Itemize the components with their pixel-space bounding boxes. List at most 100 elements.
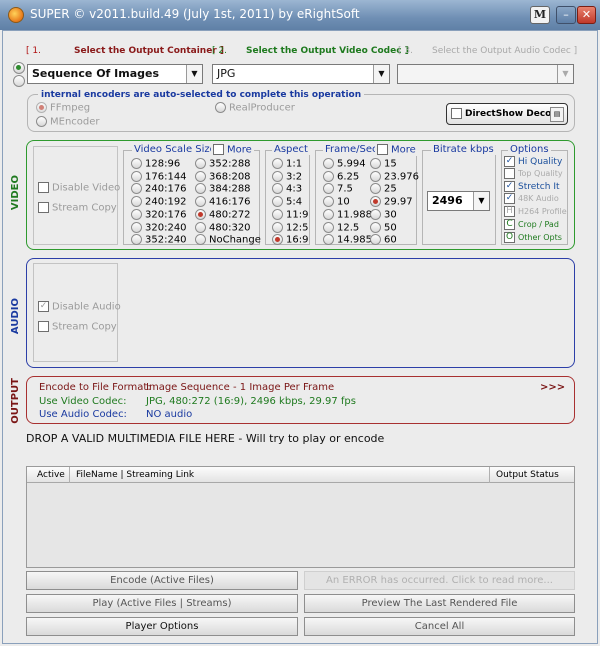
fps-option[interactable]: 30 — [370, 208, 419, 222]
scale-option[interactable]: 480:320 — [195, 221, 261, 235]
aspect-option[interactable]: 4:3 — [272, 183, 308, 196]
disable-video-checkbox[interactable]: Disable Video — [38, 182, 120, 194]
output-audio-value: NO audio — [146, 409, 193, 420]
scale-col2: 352:288 368:208 384:288 416:176 480:272 … — [195, 158, 261, 247]
realproducer-label: RealProducer — [229, 102, 295, 114]
fps-option[interactable]: 60 — [370, 234, 419, 247]
ffmpeg-label: FFmpeg — [50, 102, 91, 114]
output-container-select[interactable]: Sequence Of Images ▼ — [27, 64, 203, 84]
scale-option[interactable]: 368:208 — [195, 170, 261, 184]
directshow-checkbox[interactable] — [451, 108, 462, 119]
fps-option[interactable]: 6.25 — [323, 170, 372, 184]
aspect-option[interactable]: 3:2 — [272, 170, 308, 184]
fps-option[interactable]: 23.976 — [370, 170, 419, 184]
scale-option[interactable]: 384:288 — [195, 183, 261, 196]
mencoder-label: MEncoder — [50, 116, 100, 128]
fps-more-checkbox[interactable]: More — [375, 144, 418, 156]
bitrate-select[interactable]: 2496 ▼ — [427, 191, 490, 211]
scale-more-label: More — [227, 144, 252, 156]
fps-option[interactable]: 15 — [370, 158, 419, 171]
aspect-title: Aspect — [272, 144, 310, 155]
aspect-option[interactable]: 11:9 — [272, 208, 308, 222]
cancel-all-button[interactable]: Cancel All — [304, 617, 575, 636]
fps-option[interactable]: 50 — [370, 221, 419, 235]
output-more-button[interactable]: >>> — [540, 382, 565, 393]
chevron-down-icon[interactable]: ▼ — [186, 65, 202, 83]
other-opts-button[interactable]: O Other Opts — [504, 232, 562, 243]
fps-more-label: More — [391, 144, 416, 156]
play-button[interactable]: Play (Active Files | Streams) — [26, 594, 298, 613]
disable-audio-checkbox[interactable]: ✓ Disable Audio — [38, 301, 121, 313]
audio-stream-copy-label: Stream Copy — [52, 321, 117, 333]
scale-option[interactable]: NoChange — [195, 234, 261, 247]
col-output-status[interactable]: Output Status — [496, 470, 559, 480]
top-quality-label: Top Quality — [518, 169, 563, 178]
minimize-button[interactable]: – — [556, 6, 576, 24]
fps-col1: 5.994 6.25 7.5 10 11.988 12.5 14.985 — [323, 158, 372, 247]
aspect-col: 1:1 3:2 4:3 5:4 11:9 12:5 16:9 — [272, 158, 308, 247]
fps-option-selected[interactable]: 29.97 — [370, 196, 419, 209]
error-message-button[interactable]: An ERROR has occurred. Click to read mor… — [304, 571, 575, 590]
player-options-button[interactable]: Player Options — [26, 617, 298, 636]
aspect-option-selected[interactable]: 16:9 — [272, 234, 308, 247]
audio-stream-copy-checkbox[interactable]: Stream Copy — [38, 321, 117, 333]
container-radio-primary[interactable] — [13, 62, 28, 74]
scale-option[interactable]: 320:176 — [131, 208, 187, 222]
chevron-down-icon[interactable]: ▼ — [557, 65, 573, 83]
output-audio-label: Use Audio Codec: — [39, 409, 127, 420]
video-stream-copy-checkbox[interactable]: Stream Copy — [38, 202, 117, 214]
mencoder-radio[interactable]: MEncoder — [36, 116, 100, 128]
app-logo-icon — [8, 7, 24, 23]
aspect-option[interactable]: 1:1 — [272, 158, 308, 171]
preview-last-rendered-button[interactable]: Preview The Last Rendered File — [304, 594, 575, 613]
fps-option[interactable]: 5.994 — [323, 158, 372, 171]
fps-option[interactable]: 25 — [370, 183, 419, 196]
scale-option[interactable]: 320:240 — [131, 221, 187, 235]
fps-option[interactable]: 7.5 — [323, 183, 372, 196]
scale-option[interactable]: 176:144 — [131, 170, 187, 184]
step3-number: [ 3. — [398, 46, 413, 56]
audio-disable-panel — [33, 263, 118, 362]
stretch-checkbox[interactable]: ✓ Stretch It — [504, 181, 560, 192]
aspect-option[interactable]: 5:4 — [272, 196, 308, 209]
chevron-down-icon[interactable]: ▼ — [373, 65, 389, 83]
scale-option[interactable]: 352:288 — [195, 158, 261, 171]
top-quality-checkbox[interactable]: Top Quality — [504, 168, 563, 179]
crop-pad-label: Crop / Pad — [518, 220, 559, 229]
col-filename[interactable]: FileName | Streaming Link — [76, 470, 194, 480]
scale-option[interactable]: 416:176 — [195, 196, 261, 209]
scale-option-selected[interactable]: 480:272 — [195, 208, 261, 222]
directshow-decode-toggle[interactable]: DirectShow Decode ▤ — [446, 103, 568, 125]
scale-option[interactable]: 240:176 — [131, 183, 187, 196]
fps-option[interactable]: 11.988 — [323, 208, 372, 222]
crop-pad-button[interactable]: C Crop / Pad — [504, 219, 559, 230]
m-button[interactable]: M — [530, 6, 550, 24]
output-side-label: OUTPUT — [10, 378, 21, 424]
bitrate-title: Bitrate kbps — [431, 144, 496, 155]
scale-more-checkbox[interactable]: More — [211, 144, 254, 156]
scale-option[interactable]: 240:192 — [131, 196, 187, 209]
ffmpeg-radio[interactable]: FFmpeg — [36, 102, 90, 114]
fps-option[interactable]: 10 — [323, 196, 372, 209]
settings-icon[interactable]: ▤ — [550, 107, 564, 122]
encode-button[interactable]: Encode (Active Files) — [26, 571, 298, 590]
fps-option[interactable]: 14.985 — [323, 234, 372, 247]
output-video-codec-select[interactable]: JPG ▼ — [212, 64, 390, 84]
hi-quality-checkbox[interactable]: ✓ Hi Quality — [504, 156, 562, 167]
step1-label: Select the Output Container ] — [74, 46, 224, 56]
output-audio-codec-select[interactable]: ▼ — [397, 64, 574, 84]
close-button[interactable]: ✕ — [577, 6, 596, 24]
chevron-down-icon[interactable]: ▼ — [473, 192, 489, 210]
output-video-value: JPG, 480:272 (16:9), 2496 kbps, 29.97 fp… — [146, 396, 356, 407]
drop-zone-hint[interactable]: DROP A VALID MULTIMEDIA FILE HERE - Will… — [26, 432, 384, 445]
aspect-option[interactable]: 12:5 — [272, 221, 308, 235]
audio-48k-checkbox[interactable]: ✓ 48K Audio — [504, 193, 559, 204]
scale-option[interactable]: 128:96 — [131, 158, 187, 171]
h264-profile-button[interactable]: H H264 Profile — [504, 206, 567, 217]
bitrate-value: 2496 — [432, 194, 463, 207]
scale-option[interactable]: 352:240 — [131, 234, 187, 247]
container-radio-secondary[interactable] — [13, 75, 28, 87]
fps-option[interactable]: 12.5 — [323, 221, 372, 235]
realproducer-radio[interactable]: RealProducer — [215, 102, 295, 114]
col-active[interactable]: Active — [37, 470, 65, 480]
